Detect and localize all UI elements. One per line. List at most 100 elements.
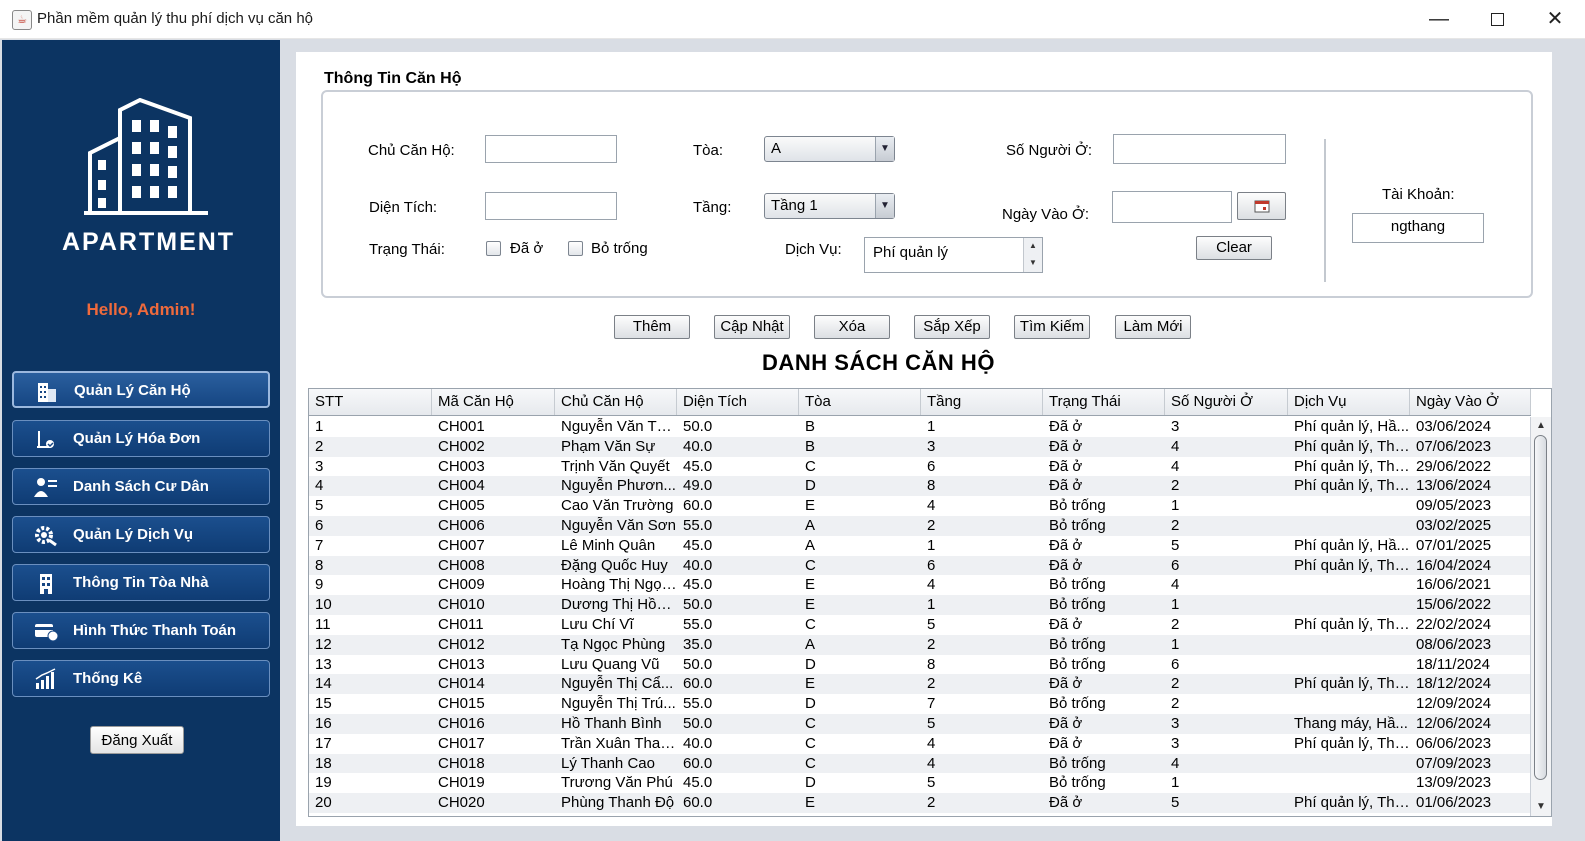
cell-service bbox=[1288, 694, 1410, 714]
nav-building-info[interactable]: Thông Tin Tòa Nhà bbox=[12, 564, 270, 601]
column-header-service[interactable]: Dịch Vụ bbox=[1288, 389, 1410, 415]
column-header-owner[interactable]: Chủ Căn Hộ bbox=[555, 389, 677, 415]
cell-owner: Hoàng Thị Ngọc... bbox=[561, 576, 677, 594]
cell-building: E bbox=[805, 596, 816, 614]
service-list-item[interactable]: Phí quản lý bbox=[873, 244, 948, 261]
cell-owner: Lưu Quang Vũ bbox=[561, 655, 660, 673]
table-row[interactable]: 7 CH007 Lê Minh Quân 45.0 A 1 Đã ở 5 Phí quản lý… bbox=[309, 536, 1531, 556]
status-vacant-checkbox[interactable] bbox=[568, 241, 583, 256]
nav-statistics[interactable]: Thống Kê bbox=[12, 660, 270, 697]
table-scrollbar[interactable]: ▲ ▼ bbox=[1530, 417, 1551, 816]
scroll-down-icon[interactable]: ▼ bbox=[1024, 255, 1042, 272]
cell-code: CH006 bbox=[438, 516, 485, 534]
maximize-button[interactable] bbox=[1468, 0, 1526, 38]
cell-occupants: 4 bbox=[1171, 437, 1180, 455]
column-header-area[interactable]: Diện Tích bbox=[677, 389, 799, 415]
table-row[interactable]: 15 CH015 Nguyễn Thị Trú... 55.0 D 7 Bỏ trống 2 1… bbox=[309, 694, 1531, 714]
table-row[interactable]: 19 CH019 Trương Văn Phú 45.0 D 5 Bỏ trống 1 13/0… bbox=[309, 773, 1531, 793]
table-row[interactable]: 3 CH003 Trịnh Văn Quyết 45.0 C 6 Đã ở 4 Phí quản… bbox=[309, 457, 1531, 477]
table-row[interactable]: 20 CH020 Phùng Thanh Độ 60.0 E 2 Đã ở 5 Phí quản… bbox=[309, 793, 1531, 813]
cell-move-in: 12/09/2024 bbox=[1416, 695, 1492, 713]
column-header-building[interactable]: Tòa bbox=[799, 389, 921, 415]
cell-area: 55.0 bbox=[683, 516, 713, 534]
nav-apartment-management[interactable]: Quản Lý Căn Hộ bbox=[12, 371, 270, 408]
building-select[interactable]: A ▼ bbox=[764, 136, 895, 162]
cell-stt: 3 bbox=[315, 457, 324, 475]
logout-button[interactable]: Đăng Xuất bbox=[90, 726, 184, 754]
cell-stt: 1 bbox=[315, 418, 324, 435]
cell-service: Phí quản lý, Tha... bbox=[1294, 734, 1410, 752]
close-button[interactable]: ✕ bbox=[1526, 0, 1584, 38]
scroll-up-icon[interactable]: ▲ bbox=[1024, 238, 1042, 255]
table-row[interactable]: 13 CH013 Lưu Quang Vũ 50.0 D 8 Bỏ trống 6 18/11/… bbox=[309, 655, 1531, 675]
cell-area: 50.0 bbox=[683, 714, 713, 732]
table-row[interactable]: 12 CH012 Tạ Ngọc Phùng 35.0 A 2 Bỏ trống 1 08/06… bbox=[309, 634, 1531, 655]
service-list-scrollbar[interactable]: ▲ ▼ bbox=[1023, 238, 1042, 272]
nav-service-management[interactable]: Quản Lý Dịch Vụ bbox=[12, 516, 270, 553]
table-row[interactable]: 2 CH002 Phạm Văn Sự 40.0 B 3 Đã ở 4 Phí quản lý,… bbox=[309, 436, 1531, 457]
building-label: Tòa: bbox=[693, 142, 724, 159]
floor-select[interactable]: Tầng 1 ▼ bbox=[764, 193, 895, 219]
table-row[interactable]: 5 CH005 Cao Văn Trường 60.0 E 4 Bỏ trống 1 09/05… bbox=[309, 496, 1531, 516]
table-row[interactable]: 11 CH011 Lưu Chí Vĩ 55.0 C 5 Đã ở 2 Phí quản lý,… bbox=[309, 615, 1531, 635]
floor-label: Tầng: bbox=[693, 199, 732, 216]
scrollbar-thumb[interactable] bbox=[1534, 435, 1547, 780]
owner-field[interactable] bbox=[485, 135, 617, 163]
cell-area: 55.0 bbox=[683, 695, 713, 713]
date-picker-button[interactable] bbox=[1237, 192, 1286, 220]
cell-floor: 3 bbox=[927, 437, 936, 455]
nav-payment-methods[interactable]: Hình Thức Thanh Toán bbox=[12, 612, 270, 649]
cell-service bbox=[1288, 516, 1410, 536]
cell-status: Bỏ trống bbox=[1049, 516, 1106, 534]
update-button[interactable]: Cập Nhật bbox=[714, 315, 790, 339]
refresh-button[interactable]: Làm Mới bbox=[1115, 315, 1191, 339]
cell-floor: 7 bbox=[927, 695, 936, 713]
table-row[interactable]: 8 CH008 Đặng Quốc Huy 40.0 C 6 Đã ở 6 Phí quản l… bbox=[309, 555, 1531, 576]
account-field[interactable]: ngthang bbox=[1352, 213, 1484, 243]
nav-invoice-management[interactable]: Quản Lý Hóa Đơn bbox=[12, 420, 270, 457]
column-header-status[interactable]: Trạng Thái bbox=[1043, 389, 1165, 415]
scroll-up-icon[interactable]: ▲ bbox=[1531, 417, 1551, 435]
cell-code: CH008 bbox=[438, 556, 485, 574]
cell-service bbox=[1288, 575, 1410, 595]
table-row[interactable]: 6 CH006 Nguyễn Văn Sơn 55.0 A 2 Bỏ trống 2 03/02… bbox=[309, 515, 1531, 536]
column-header-move-in[interactable]: Ngày Vào Ở bbox=[1410, 389, 1531, 415]
column-header-stt[interactable]: STT bbox=[309, 389, 432, 415]
table-row[interactable]: 9 CH009 Hoàng Thị Ngọc... 45.0 E 4 Bỏ trống 4 16… bbox=[309, 575, 1531, 595]
move-in-date-field[interactable] bbox=[1112, 191, 1232, 223]
calendar-icon bbox=[1254, 200, 1269, 213]
table-row[interactable]: 10 CH010 Dương Thị Hồn... 50.0 E 1 Bỏ trống 1 15… bbox=[309, 595, 1531, 615]
clear-button[interactable]: Clear bbox=[1196, 236, 1272, 260]
column-header-floor[interactable]: Tầng bbox=[921, 389, 1043, 415]
cell-code: CH003 bbox=[438, 457, 485, 475]
table-row[interactable]: 17 CH017 Trần Xuân Than... 40.0 C 4 Đã ở 3 Phí q… bbox=[309, 734, 1531, 754]
cell-move-in: 18/11/2024 bbox=[1416, 655, 1490, 673]
cell-floor: 6 bbox=[927, 556, 936, 574]
table-row[interactable]: 18 CH018 Lý Thanh Cao 60.0 C 4 Bỏ trống 4 07/09/… bbox=[309, 753, 1531, 774]
status-occupied-checkbox[interactable] bbox=[486, 241, 501, 256]
scroll-down-icon[interactable]: ▼ bbox=[1531, 798, 1551, 816]
table-row[interactable]: 1 CH001 Nguyễn Văn Th... 50.0 B 1 Đã ở 3 Phí quả… bbox=[309, 417, 1531, 437]
move-in-label: Ngày Vào Ở: bbox=[1002, 206, 1090, 223]
cell-owner: Đặng Quốc Huy bbox=[561, 556, 668, 574]
nav-label: Quản Lý Căn Hộ bbox=[74, 382, 191, 399]
area-field[interactable] bbox=[485, 192, 617, 220]
cell-status: Đã ở bbox=[1049, 418, 1083, 435]
add-button[interactable]: Thêm bbox=[614, 315, 690, 339]
cell-code: CH014 bbox=[438, 675, 485, 693]
minimize-button[interactable]: — bbox=[1410, 0, 1468, 38]
column-header-code[interactable]: Mã Căn Hộ bbox=[432, 389, 555, 415]
search-button[interactable]: Tìm Kiếm bbox=[1014, 315, 1090, 339]
table-row[interactable]: 14 CH014 Nguyễn Thị Cẩ... 60.0 E 2 Đã ở 2 Phí qu… bbox=[309, 674, 1531, 695]
nav-resident-list[interactable]: Danh Sách Cư Dân bbox=[12, 468, 270, 505]
delete-button[interactable]: Xóa bbox=[814, 315, 890, 339]
cell-code: CH010 bbox=[438, 596, 485, 614]
service-list[interactable]: Phí quản lý ▲ ▼ bbox=[864, 237, 1043, 273]
chevron-down-icon: ▼ bbox=[875, 194, 894, 218]
table-row[interactable]: 16 CH016 Hồ Thanh Bình 50.0 C 5 Đã ở 3 Thang máy… bbox=[309, 713, 1531, 734]
table-row[interactable]: 4 CH004 Nguyễn Phươn... 49.0 D 8 Đã ở 2 Phí quản… bbox=[309, 476, 1531, 497]
cell-code: CH013 bbox=[438, 655, 485, 673]
column-header-occupants[interactable]: Số Người Ở bbox=[1165, 389, 1288, 415]
occupants-field[interactable] bbox=[1113, 134, 1286, 164]
sort-button[interactable]: Sắp Xếp bbox=[914, 315, 990, 339]
